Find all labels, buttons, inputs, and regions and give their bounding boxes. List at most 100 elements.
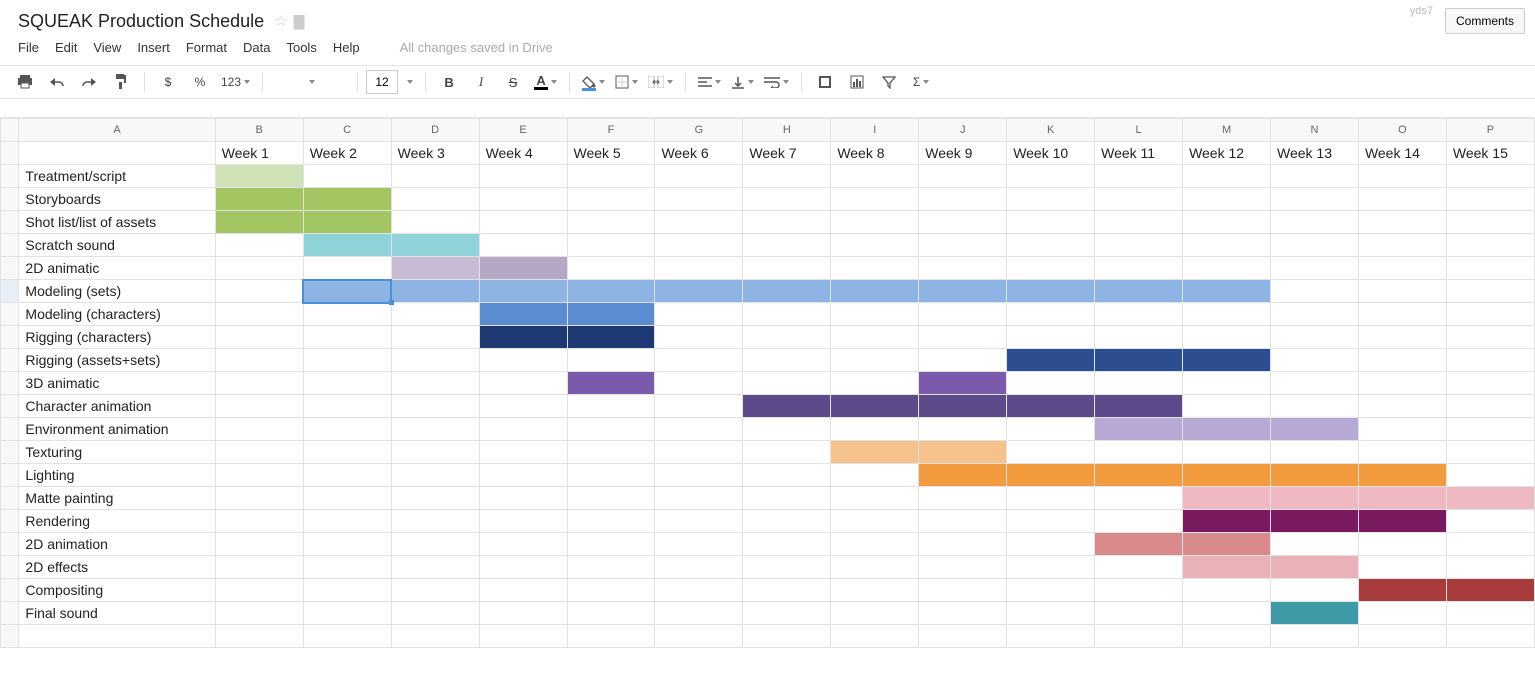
cell[interactable] [1183,418,1271,441]
cell[interactable] [479,464,567,487]
cell[interactable] [1095,602,1183,625]
cell[interactable] [1446,165,1534,188]
cell[interactable] [1183,211,1271,234]
task-name-cell[interactable]: Environment animation [19,418,215,441]
cell[interactable] [567,372,655,395]
cell[interactable] [919,579,1007,602]
cell[interactable] [391,395,479,418]
cell[interactable] [303,510,391,533]
cell[interactable] [919,372,1007,395]
cell[interactable] [1007,188,1095,211]
cell[interactable] [831,418,919,441]
cell[interactable] [919,165,1007,188]
cell[interactable] [391,510,479,533]
font-size-input[interactable] [366,70,398,94]
cell[interactable] [1446,510,1534,533]
cell[interactable] [215,188,303,211]
cell[interactable]: Week 6 [655,142,743,165]
cell[interactable] [303,533,391,556]
functions-button[interactable]: Σ [906,70,936,94]
cell[interactable] [215,165,303,188]
cell[interactable] [391,326,479,349]
cell[interactable] [1358,602,1446,625]
document-title[interactable]: SQUEAK Production Schedule [18,11,264,32]
cell[interactable] [743,257,831,280]
cell[interactable] [1446,234,1534,257]
column-header[interactable]: H [743,119,831,142]
paint-format-icon[interactable] [106,70,136,94]
cell[interactable] [831,487,919,510]
cell[interactable] [655,556,743,579]
row-header[interactable] [1,418,19,441]
cell[interactable] [303,211,391,234]
cell[interactable] [743,165,831,188]
row-header[interactable] [1,211,19,234]
cell[interactable] [1095,188,1183,211]
cell[interactable] [1358,188,1446,211]
cell[interactable] [303,188,391,211]
cell[interactable] [1358,441,1446,464]
cell[interactable] [655,464,743,487]
cell[interactable] [743,372,831,395]
cell[interactable] [567,510,655,533]
cell[interactable] [831,280,919,303]
insert-link-button[interactable] [810,70,840,94]
cell[interactable]: Week 7 [743,142,831,165]
cell[interactable] [1358,579,1446,602]
cell[interactable] [831,234,919,257]
cell[interactable] [1183,234,1271,257]
row-header[interactable] [1,257,19,280]
merge-cells-button[interactable] [644,70,677,94]
cell[interactable] [655,441,743,464]
cell[interactable] [919,234,1007,257]
task-name-cell[interactable]: Scratch sound [19,234,215,257]
column-header[interactable]: K [1007,119,1095,142]
cell[interactable] [743,418,831,441]
cell[interactable] [655,326,743,349]
cell[interactable] [743,280,831,303]
cell[interactable] [303,349,391,372]
cell[interactable] [919,625,1007,648]
task-name-cell[interactable]: Character animation [19,395,215,418]
row-header[interactable] [1,188,19,211]
account-name[interactable]: yds7 [1410,5,1433,17]
more-number-formats-button[interactable]: 123 [217,70,254,94]
cell[interactable] [567,625,655,648]
cell[interactable] [567,418,655,441]
column-header[interactable]: F [567,119,655,142]
row-header[interactable] [1,349,19,372]
cell[interactable] [831,556,919,579]
cell[interactable] [391,487,479,510]
cell[interactable] [1183,372,1271,395]
cell[interactable] [1446,579,1534,602]
cell[interactable] [1271,303,1359,326]
task-name-cell[interactable]: Modeling (sets) [19,280,215,303]
cell[interactable] [19,142,215,165]
cell[interactable] [1358,303,1446,326]
cell[interactable]: Week 1 [215,142,303,165]
cell[interactable] [655,625,743,648]
cell[interactable] [1007,349,1095,372]
cell[interactable]: Week 2 [303,142,391,165]
format-percent-button[interactable]: % [185,70,215,94]
cell[interactable] [1095,303,1183,326]
cell[interactable] [1446,280,1534,303]
cell[interactable] [1358,280,1446,303]
cell[interactable] [479,602,567,625]
cell[interactable] [1358,257,1446,280]
cell[interactable] [1007,441,1095,464]
cell[interactable] [831,372,919,395]
cell[interactable] [479,211,567,234]
menu-help[interactable]: Help [333,40,360,55]
cell[interactable] [1095,464,1183,487]
cell[interactable] [391,533,479,556]
cell[interactable]: Week 13 [1271,142,1359,165]
cell[interactable] [479,234,567,257]
cell[interactable] [743,487,831,510]
cell[interactable] [303,234,391,257]
cell[interactable] [831,211,919,234]
cell[interactable] [479,326,567,349]
cell[interactable] [1446,211,1534,234]
row-header[interactable] [1,533,19,556]
cell[interactable] [1446,602,1534,625]
